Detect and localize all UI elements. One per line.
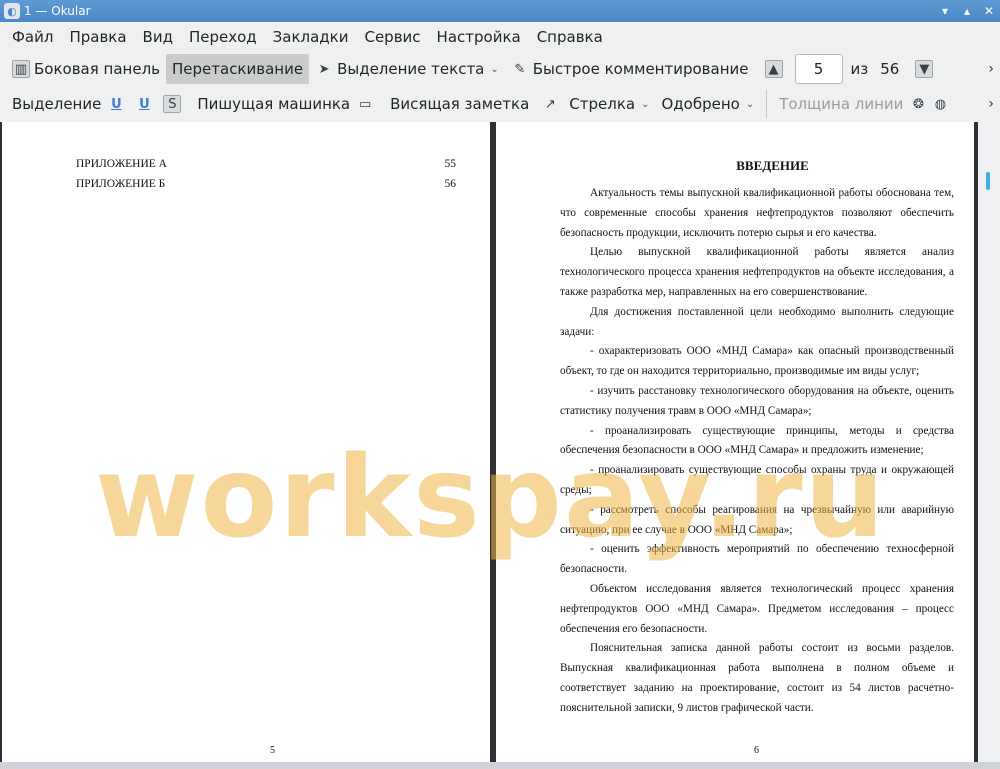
drag-mode-button[interactable]: Перетаскивание <box>166 54 310 84</box>
menu-view[interactable]: Вид <box>135 28 181 46</box>
underline-icon[interactable]: U <box>107 95 125 113</box>
paragraph: Актуальность темы выпускной квалификацио… <box>560 187 954 239</box>
main-toolbar: ▥ Боковая панель Перетаскивание ➤ Выделе… <box>0 52 1000 86</box>
chevron-down-icon[interactable]: ⌄ <box>490 64 498 75</box>
hanging-note-label: Висящая заметка <box>390 95 530 113</box>
toc-label: ПРИЛОЖЕНИЕ Б <box>76 178 166 190</box>
menu-tools[interactable]: Сервис <box>356 28 428 46</box>
document-view[interactable]: ПРИЛОЖЕНИЕ А 55 ПРИЛОЖЕНИЕ Б 56 5 ВВЕДЕН… <box>0 122 1000 769</box>
paragraph: Объектом исследования является технологи… <box>560 582 954 635</box>
quick-comment-label: Быстрое комментирование <box>532 60 749 78</box>
toc-label: ПРИЛОЖЕНИЕ А <box>76 158 167 170</box>
stamp-label: Одобрено <box>661 95 740 113</box>
maximize-icon[interactable]: ▴ <box>956 0 978 22</box>
menu-edit[interactable]: Правка <box>61 28 134 46</box>
quick-comment-button[interactable]: ✎ Быстрое комментирование <box>505 54 755 84</box>
typewriter-label: Пишущая машинка <box>197 95 351 113</box>
opacity-icon[interactable]: ◍ <box>931 95 949 113</box>
title-bar: ◐ 1 — Okular ▾ ▴ ✕ <box>0 0 1000 22</box>
strikeout-icon[interactable]: S <box>163 95 182 113</box>
arrow-label: Стрелка <box>569 95 636 113</box>
window-title: 1 — Okular <box>24 4 91 18</box>
toolbar-separator <box>766 90 768 118</box>
line-width-label: Толщина линии <box>779 95 904 113</box>
toc-row[interactable]: ПРИЛОЖЕНИЕ Б 56 <box>76 178 456 190</box>
menu-bookmarks[interactable]: Закладки <box>265 28 357 46</box>
sidebar-label: Боковая панель <box>34 60 160 78</box>
paragraph: - изучить расстановку технологического о… <box>560 384 954 417</box>
paragraph: Пояснительная записка данной работы сост… <box>560 642 954 714</box>
page-5: ПРИЛОЖЕНИЕ А 55 ПРИЛОЖЕНИЕ Б 56 5 <box>2 122 490 764</box>
selection-button[interactable]: Выделение <box>6 89 107 119</box>
page-number-input[interactable]: 5 <box>794 54 843 84</box>
page-total-label: 56 <box>880 60 900 78</box>
sidebar-button[interactable]: ▥ Боковая панель <box>6 54 166 84</box>
pen-icon: ✎ <box>514 61 526 77</box>
paragraph: - оценить эффективность мероприятий по о… <box>560 543 954 576</box>
paragraph: Целью выпускной квалификационной работы … <box>560 246 954 298</box>
chevron-down-icon[interactable]: ⌄ <box>641 99 649 110</box>
minimize-icon[interactable]: ▾ <box>934 0 956 22</box>
paragraph: - проанализировать существующие способы … <box>560 464 954 496</box>
hanging-note-button[interactable]: Висящая заметка <box>384 89 535 119</box>
text-select-button[interactable]: ➤ Выделение текста ⌄ <box>309 54 505 84</box>
paragraph: - рассмотреть способы реагирования на чр… <box>560 503 954 536</box>
menu-go[interactable]: Переход <box>181 28 265 46</box>
body-text: Актуальность темы выпускной квалификацио… <box>560 184 954 719</box>
toc-page: 56 <box>444 178 457 190</box>
page-6: ВВЕДЕНИЕ Актуальность темы выпускной ква… <box>496 122 974 764</box>
drag-mode-label: Перетаскивание <box>172 60 304 78</box>
menu-settings[interactable]: Настройка <box>429 28 529 46</box>
scrollbar-thumb[interactable] <box>986 172 990 190</box>
menu-help[interactable]: Справка <box>529 28 611 46</box>
section-heading: ВВЕДЕНИЕ <box>736 158 809 173</box>
stamp-button[interactable]: Одобрено ⌄ <box>655 89 760 119</box>
chevron-down-icon[interactable]: ⌄ <box>746 99 754 110</box>
paragraph: - проанализировать существующие принципы… <box>560 424 954 457</box>
menu-file[interactable]: Файл <box>4 28 61 46</box>
sidebar-icon: ▥ <box>12 60 30 78</box>
note-icon[interactable]: ▭ <box>356 95 374 113</box>
cursor-icon: ➤ <box>318 61 330 77</box>
previous-page-icon[interactable]: ▲ <box>764 60 783 78</box>
paragraph: Для достижения поставленной цели необход… <box>560 305 954 338</box>
paragraph: - охарактеризовать ООО «МНД Самара» как … <box>560 345 954 378</box>
annotation-toolbar: Выделение U U S Пишущая машинка ▭ Висяща… <box>0 87 1000 121</box>
page-number: 5 <box>270 745 275 756</box>
menu-bar: Файл Правка Вид Переход Закладки Сервис … <box>0 22 1000 52</box>
squiggle-underline-icon[interactable]: U <box>135 95 153 113</box>
toc-row[interactable]: ПРИЛОЖЕНИЕ А 55 <box>76 158 456 170</box>
color-icon[interactable]: ❂ <box>909 95 927 113</box>
arrow-button[interactable]: Стрелка ⌄ <box>563 89 655 119</box>
text-select-label: Выделение текста <box>337 60 485 78</box>
arrow-tool-icon[interactable]: ↗ <box>541 95 559 113</box>
okular-app-icon[interactable]: ◐ <box>4 3 20 19</box>
status-strip <box>0 762 1000 769</box>
vertical-scrollbar[interactable] <box>978 122 1000 769</box>
toc-page: 55 <box>444 158 457 170</box>
page-number: 6 <box>754 745 759 756</box>
close-icon[interactable]: ✕ <box>978 0 1000 22</box>
toolbar-overflow-icon[interactable]: › <box>988 96 994 112</box>
page-of-label: из <box>850 60 869 78</box>
toolbar-overflow-icon[interactable]: › <box>988 61 994 77</box>
typewriter-button[interactable]: Пишущая машинка <box>191 89 356 119</box>
selection-label: Выделение <box>12 95 102 113</box>
line-width-button[interactable]: Толщина линии <box>773 89 909 119</box>
next-page-icon[interactable]: ▼ <box>915 60 934 78</box>
